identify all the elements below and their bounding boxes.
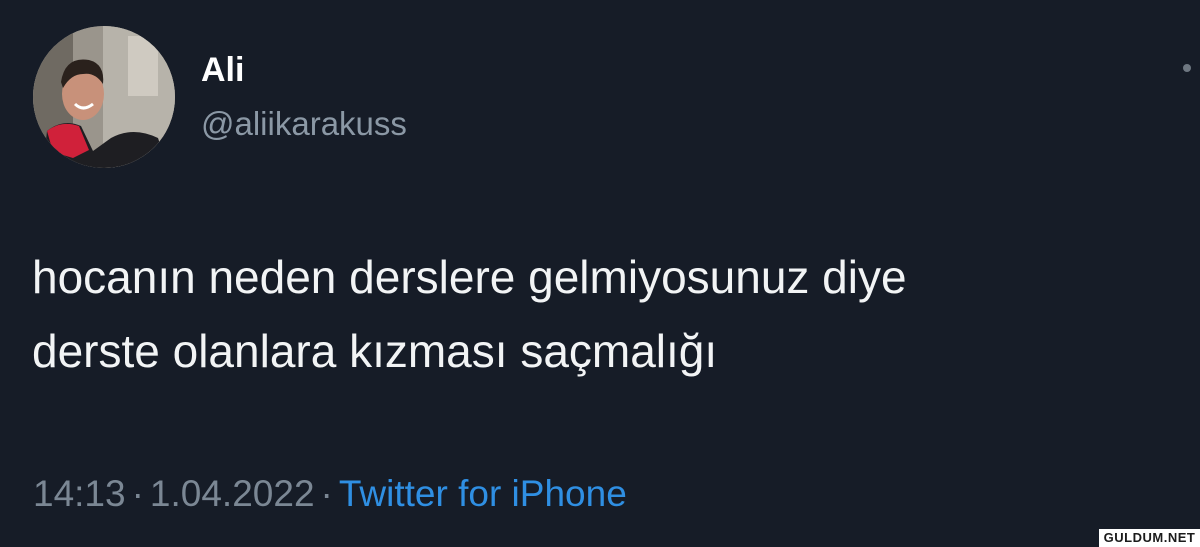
tweet-text: hocanın neden derslere gelmiyosunuz diye… <box>32 240 1182 388</box>
more-options-icon[interactable] <box>1183 64 1191 72</box>
avatar-photo <box>33 26 175 168</box>
avatar[interactable] <box>33 26 175 168</box>
tweet-time[interactable]: 14:13 <box>33 473 126 514</box>
author-handle[interactable]: @aliikarakuss <box>201 104 407 144</box>
tweet-text-line: derste olanlara kızması saçmalığı <box>32 325 718 377</box>
tweet-meta: 14:13 · 1.04.2022 · Twitter for iPhone <box>33 470 627 518</box>
author-display-name[interactable]: Ali <box>201 50 244 90</box>
tweet-text-line: hocanın neden derslere gelmiyosunuz diye <box>32 251 907 303</box>
tweet-date[interactable]: 1.04.2022 <box>150 473 315 514</box>
meta-separator: · <box>320 473 333 514</box>
meta-separator: · <box>131 473 144 514</box>
watermark: GULDUM.NET <box>1099 529 1200 547</box>
tweet-source-link[interactable]: Twitter for iPhone <box>339 473 627 514</box>
tweet-card: Ali @aliikarakuss hocanın neden derslere… <box>0 0 1200 547</box>
